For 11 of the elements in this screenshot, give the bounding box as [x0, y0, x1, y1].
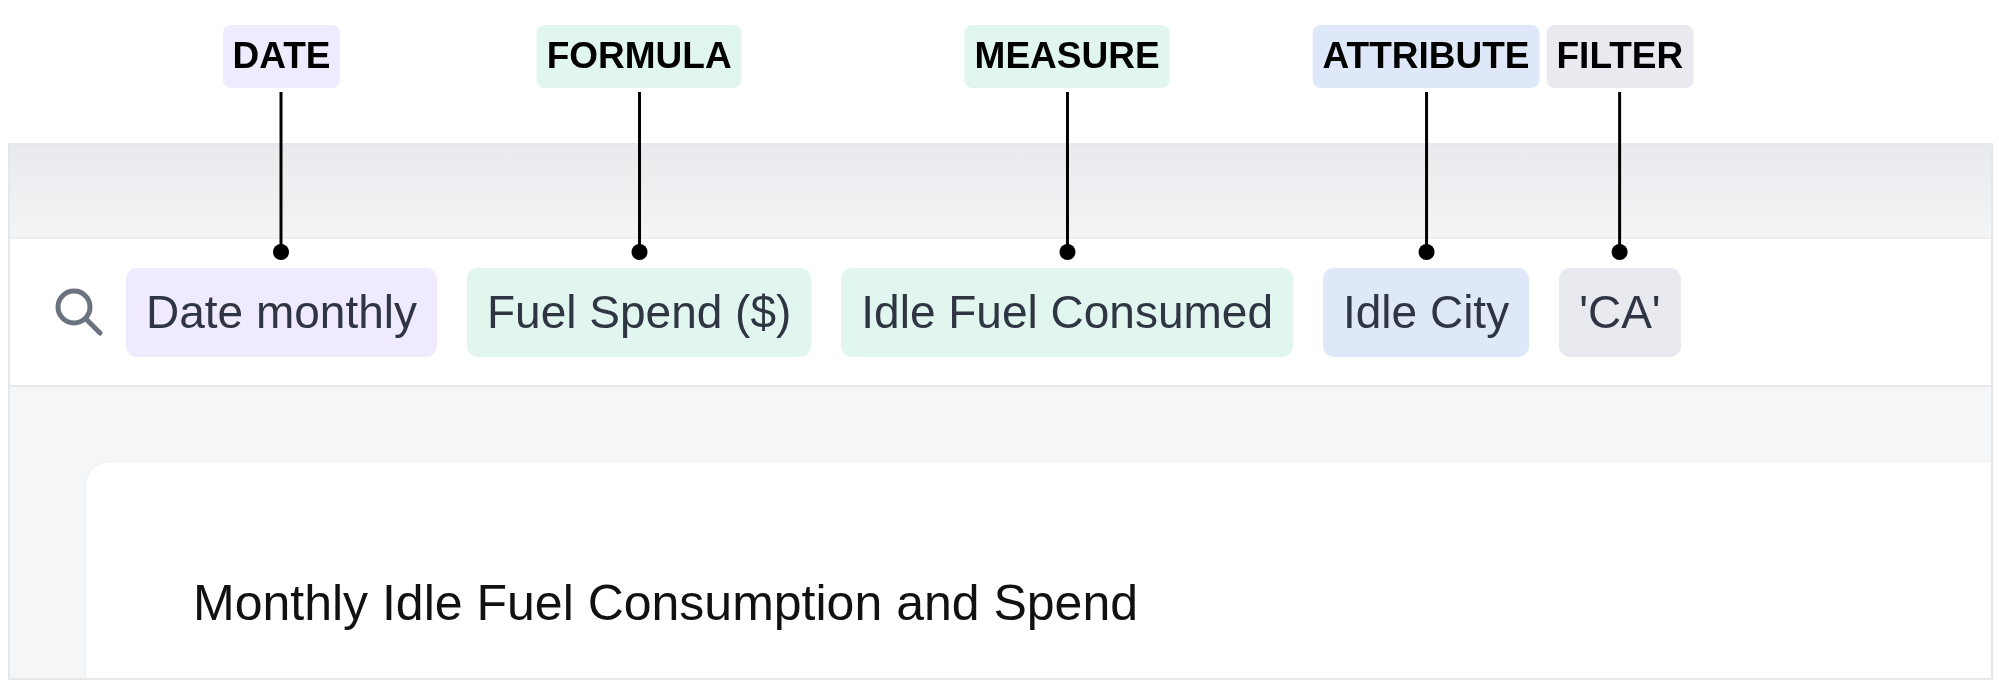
callout-label: ATTRIBUTE [1312, 24, 1540, 88]
callout-label: FILTER [1546, 24, 1694, 88]
search-token[interactable]: Idle Fuel Consumed [841, 267, 1293, 357]
search-token[interactable]: Date monthly [126, 267, 437, 357]
card-title: Monthly Idle Fuel Consumption and Spend [193, 574, 1140, 632]
callout-label: FORMULA [536, 24, 742, 88]
callout-label: MEASURE [964, 24, 1170, 88]
search-token[interactable]: Idle City [1322, 267, 1530, 357]
search-token[interactable]: Fuel Spend ($) [467, 267, 812, 357]
search-token[interactable]: 'CA' [1559, 267, 1681, 357]
callout-label: DATE [222, 24, 341, 88]
